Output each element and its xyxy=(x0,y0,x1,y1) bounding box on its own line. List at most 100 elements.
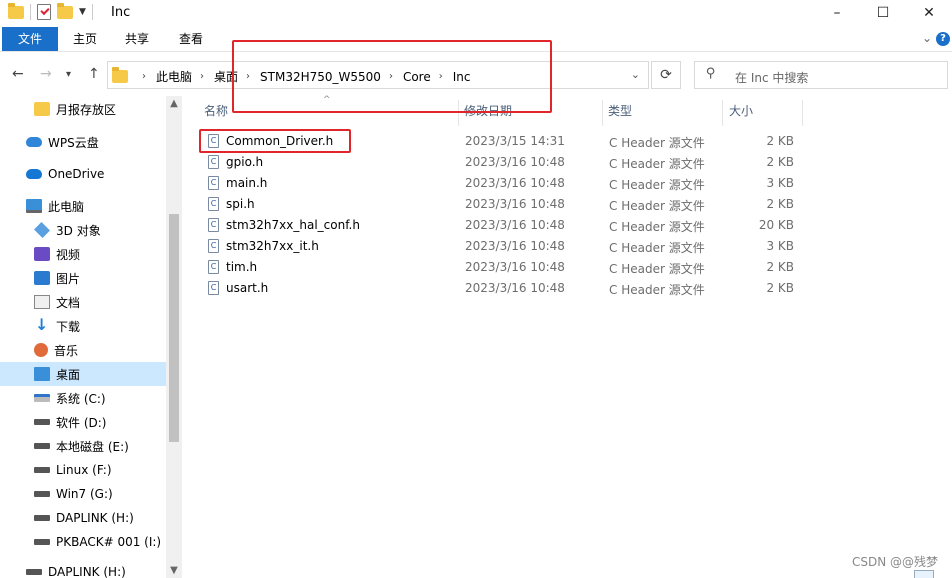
column-divider[interactable] xyxy=(802,100,803,126)
sidebar-item-pictures[interactable]: 图片 xyxy=(0,266,166,290)
column-header-name[interactable]: 名称 xyxy=(204,100,228,124)
title-bar: ▼ Inc – ☐ ✕ xyxy=(0,0,952,26)
sidebar-scrollbar[interactable]: ▲ ▼ xyxy=(166,96,182,578)
address-dropdown-chevron-icon[interactable]: ⌄ xyxy=(631,68,640,81)
sidebar-item-drive-f[interactable]: Linux (F:) xyxy=(0,458,166,482)
file-size: 2 KB xyxy=(766,281,794,295)
navigation-pane: 月报存放区 WPS云盘 OneDrive 此电脑 3D 对象 视频 图片 文档 … xyxy=(0,96,182,578)
tab-view[interactable]: 查看 xyxy=(172,27,210,51)
column-divider[interactable] xyxy=(602,100,603,126)
c-header-file-icon: C xyxy=(208,260,219,274)
sidebar-item-monthly-reports[interactable]: 月报存放区 xyxy=(0,97,166,121)
sidebar-item-label: 3D 对象 xyxy=(56,223,101,238)
help-icon[interactable]: ? xyxy=(936,32,950,46)
details-view-toggle[interactable] xyxy=(914,570,934,578)
properties-icon[interactable] xyxy=(37,4,51,20)
sidebar-item-desktop[interactable]: 桌面 xyxy=(0,362,166,386)
sidebar-item-drive-d[interactable]: 软件 (D:) xyxy=(0,410,166,434)
pictures-icon xyxy=(34,271,50,285)
sidebar-item-videos[interactable]: 视频 xyxy=(0,242,166,266)
drive-icon xyxy=(34,443,50,449)
scroll-down-icon[interactable]: ▼ xyxy=(166,565,182,576)
forward-button[interactable]: → xyxy=(40,66,52,82)
column-header-size[interactable]: 大小 xyxy=(729,100,753,124)
customize-toolbar-chevron-icon[interactable]: ▼ xyxy=(79,7,86,17)
drive-icon xyxy=(26,569,42,575)
search-input[interactable]: 在 Inc 中搜索 xyxy=(735,69,808,86)
file-row[interactable]: Cgpio.h 2023/3/16 10:48 C Header 源文件 2 K… xyxy=(196,152,806,173)
maximize-button[interactable]: ☐ xyxy=(860,0,906,26)
recent-locations-button[interactable]: ▾ xyxy=(66,69,71,80)
file-size: 2 KB xyxy=(766,260,794,274)
file-size: 2 KB xyxy=(766,197,794,211)
file-type: C Header 源文件 xyxy=(609,199,705,213)
tab-home[interactable]: 主页 xyxy=(66,27,104,51)
3d-objects-icon xyxy=(34,222,50,238)
file-name: gpio.h xyxy=(226,155,264,169)
sidebar-item-documents[interactable]: 文档 xyxy=(0,290,166,314)
up-button[interactable]: ↑ xyxy=(88,66,100,82)
sidebar-item-label: PKBACK# 001 (I:) xyxy=(56,535,162,549)
file-row[interactable]: Cspi.h 2023/3/16 10:48 C Header 源文件 2 KB xyxy=(196,194,806,215)
tab-file[interactable]: 文件 xyxy=(2,27,58,51)
file-size: 20 KB xyxy=(758,218,794,232)
sidebar-item-label: WPS云盘 xyxy=(48,135,99,150)
file-row[interactable]: Cstm32h7xx_it.h 2023/3/16 10:48 C Header… xyxy=(196,236,806,257)
close-button[interactable]: ✕ xyxy=(906,0,952,26)
computer-icon xyxy=(26,199,42,213)
file-type: C Header 源文件 xyxy=(609,136,705,150)
breadcrumb-separator-icon[interactable]: › xyxy=(200,71,204,82)
column-header-type[interactable]: 类型 xyxy=(608,100,632,124)
back-button[interactable]: ← xyxy=(12,66,24,82)
onedrive-icon xyxy=(26,169,42,179)
file-type: C Header 源文件 xyxy=(609,262,705,276)
tab-share[interactable]: 共享 xyxy=(118,27,156,51)
file-row[interactable]: Cmain.h 2023/3/16 10:48 C Header 源文件 3 K… xyxy=(196,173,806,194)
sidebar-item-label: 此电脑 xyxy=(48,199,85,214)
sidebar-item-3d-objects[interactable]: 3D 对象 xyxy=(0,218,166,242)
file-row[interactable]: Ctim.h 2023/3/16 10:48 C Header 源文件 2 KB xyxy=(196,257,806,278)
file-row[interactable]: Cusart.h 2023/3/16 10:48 C Header 源文件 2 … xyxy=(196,278,806,299)
minimize-button[interactable]: – xyxy=(814,0,860,26)
sidebar-item-daplink[interactable]: DAPLINK (H:) xyxy=(0,560,166,578)
column-divider[interactable] xyxy=(722,100,723,126)
column-header-label: 类型 xyxy=(608,104,633,118)
refresh-button[interactable]: ⟳ xyxy=(651,61,681,89)
expand-ribbon-chevron-icon[interactable]: ⌄ xyxy=(922,31,932,45)
search-box[interactable]: ⚲ 在 Inc 中搜索 xyxy=(694,61,948,89)
drive-icon xyxy=(34,419,50,425)
drive-c-icon xyxy=(34,394,50,402)
sidebar-item-this-pc[interactable]: 此电脑 xyxy=(0,194,166,218)
scroll-up-icon[interactable]: ▲ xyxy=(166,98,182,109)
c-header-file-icon: C xyxy=(208,176,219,190)
sidebar-item-wps-cloud[interactable]: WPS云盘 xyxy=(0,130,166,154)
cloud-icon xyxy=(26,137,42,147)
watermark: CSDN @@残梦 xyxy=(851,555,938,569)
sidebar-item-drive-i[interactable]: PKBACK# 001 (I:) xyxy=(0,530,166,554)
scrollbar-thumb[interactable] xyxy=(169,214,179,442)
file-type: C Header 源文件 xyxy=(609,220,705,234)
file-type: C Header 源文件 xyxy=(609,283,705,297)
folder-icon xyxy=(8,2,24,19)
sidebar-item-drive-e[interactable]: 本地磁盘 (E:) xyxy=(0,434,166,458)
c-header-file-icon: C xyxy=(208,239,219,253)
divider xyxy=(30,4,31,20)
sidebar-item-drive-c[interactable]: 系统 (C:) xyxy=(0,386,166,410)
sidebar-item-drive-g[interactable]: Win7 (G:) xyxy=(0,482,166,506)
file-highlight-box xyxy=(199,129,351,153)
breadcrumb-separator-icon[interactable]: › xyxy=(142,71,146,82)
sidebar-item-drive-h[interactable]: DAPLINK (H:) xyxy=(0,506,166,530)
sidebar-item-music[interactable]: 音乐 xyxy=(0,338,166,362)
sidebar-item-onedrive[interactable]: OneDrive xyxy=(0,162,166,186)
sidebar-item-downloads[interactable]: 下载 xyxy=(0,314,166,338)
file-name: spi.h xyxy=(226,197,255,211)
breadcrumb-item[interactable]: 此电脑 xyxy=(156,68,192,85)
new-folder-icon[interactable] xyxy=(57,2,73,19)
sidebar-item-label: 软件 (D:) xyxy=(56,415,107,430)
file-row[interactable]: Cstm32h7xx_hal_conf.h 2023/3/16 10:48 C … xyxy=(196,215,806,236)
sidebar-item-label: 本地磁盘 (E:) xyxy=(56,439,129,454)
c-header-file-icon: C xyxy=(208,197,219,211)
sidebar-item-label: 文档 xyxy=(56,295,81,310)
file-type: C Header 源文件 xyxy=(609,241,705,255)
window-controls: – ☐ ✕ xyxy=(814,0,952,26)
